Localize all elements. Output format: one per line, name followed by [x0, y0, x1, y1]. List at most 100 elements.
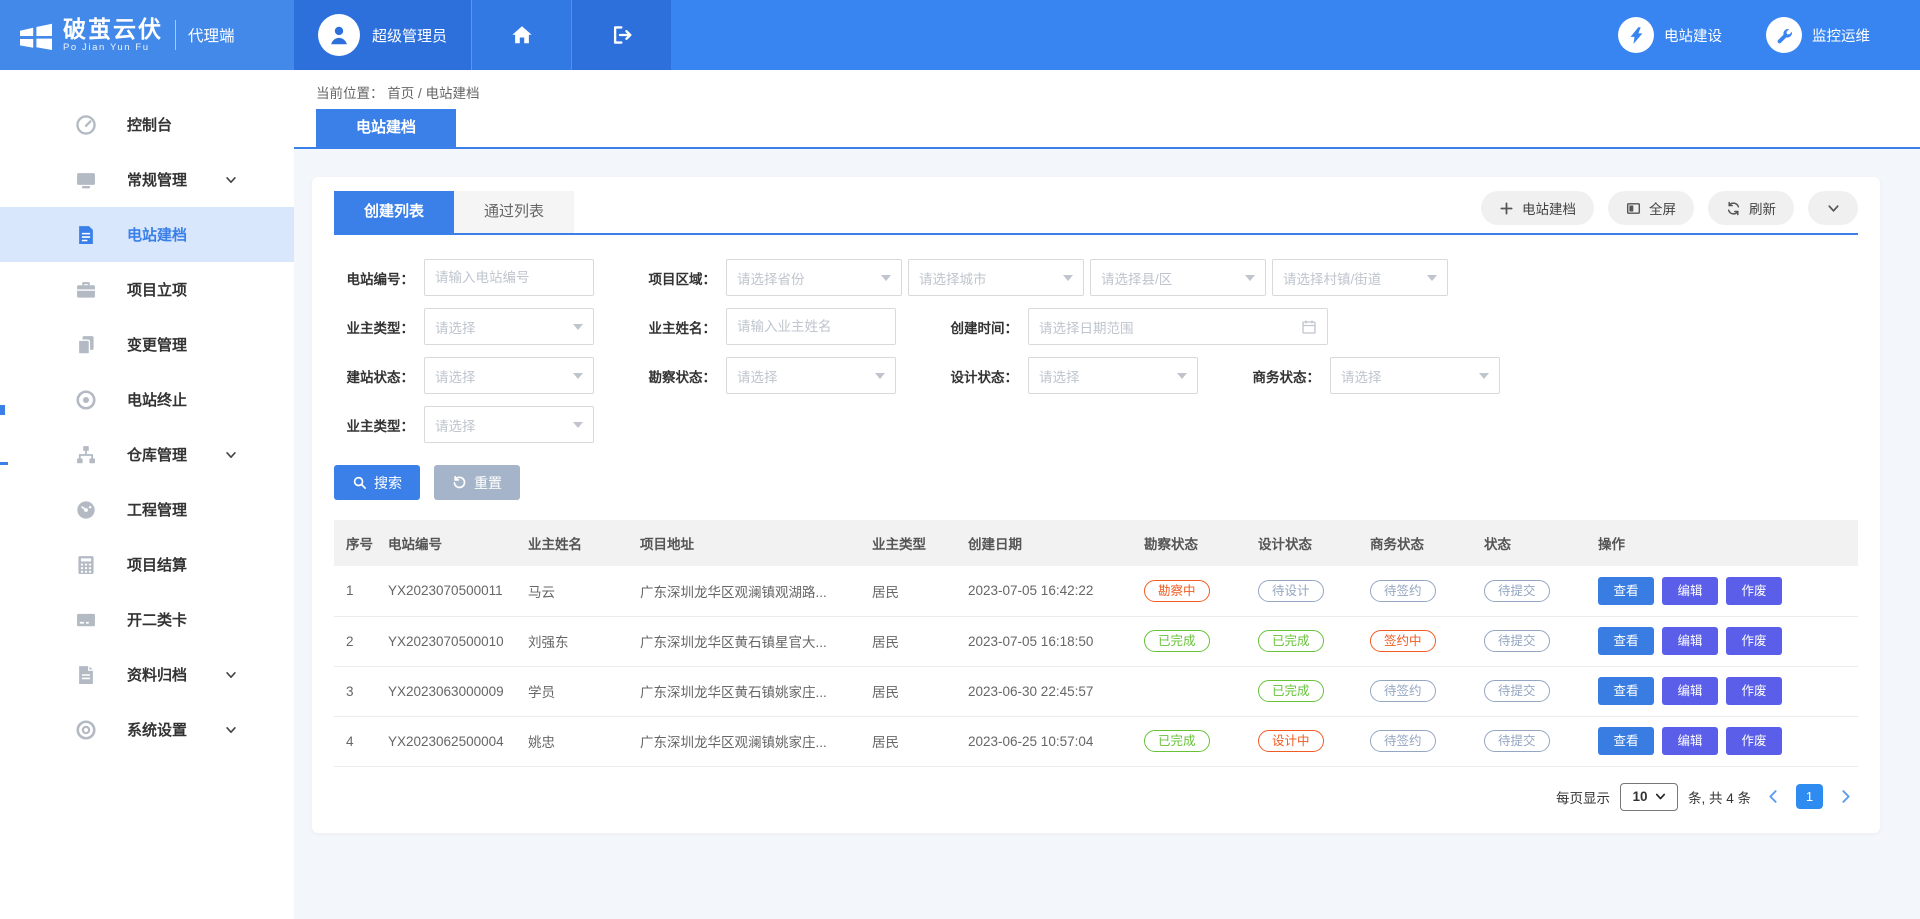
header-spacer	[671, 0, 1618, 70]
status-badge: 签约中	[1370, 630, 1436, 653]
sidebar-item-sitemap[interactable]: 仓库管理	[0, 427, 294, 482]
filter-label: 设计状态：	[938, 366, 1018, 386]
calculator-icon	[75, 554, 97, 576]
user-menu[interactable]: 超级管理员	[294, 0, 471, 70]
select-placeholder: 请选择县/区	[1101, 268, 1172, 288]
status-badge: 已完成	[1258, 680, 1324, 703]
filter-field: 电站编号：	[334, 259, 594, 296]
sidebar-item-label: 常规管理	[127, 169, 187, 190]
province-select[interactable]: 请选择省份	[726, 259, 902, 296]
collapse-button[interactable]	[1808, 191, 1858, 225]
view-button[interactable]: 查看	[1598, 677, 1654, 705]
sidebar-item-document[interactable]: 电站建档	[0, 207, 294, 262]
owner-name-input[interactable]	[726, 308, 896, 345]
address-cell: 广东深圳龙华区观澜镇观湖路...	[634, 566, 866, 616]
reset-button[interactable]: 重置	[434, 465, 520, 500]
tab-create-list[interactable]: 创建列表	[334, 191, 454, 233]
filter-label: 商务状态：	[1240, 366, 1320, 386]
sidebar: 控制台 常规管理 电站建档 项目立项 变更管理 电站终止 仓库管理 工程管理	[0, 70, 294, 919]
sidebar-item-briefcase[interactable]: 项目立项	[0, 262, 294, 317]
filter-label: 项目区域：	[636, 268, 716, 288]
view-button[interactable]: 查看	[1598, 577, 1654, 605]
created-date-cell: 2023-06-30 22:45:57	[962, 666, 1138, 716]
status-cell: 待提交	[1478, 716, 1592, 766]
sidebar-item-archive[interactable]: 资料归档	[0, 647, 294, 702]
sidebar-item-gauge[interactable]: 工程管理	[0, 482, 294, 537]
town-select[interactable]: 请选择村镇/街道	[1272, 259, 1448, 296]
caret-down-icon	[1177, 373, 1187, 379]
county-select[interactable]: 请选择县/区	[1090, 259, 1266, 296]
list-tabs: 创建列表 通过列表	[334, 191, 574, 233]
void-button[interactable]: 作废	[1726, 727, 1782, 755]
filter-buttons: 搜索 重置	[334, 465, 1858, 500]
caret-down-icon	[573, 373, 583, 379]
owner-name-cell: 马云	[522, 566, 634, 616]
filter-field: 创建时间：请选择日期范围	[938, 308, 1328, 345]
owner-name-cell: 刘强东	[522, 616, 634, 666]
select-placeholder: 请选择	[435, 366, 476, 386]
sidebar-item-dashboard[interactable]: 控制台	[0, 97, 294, 152]
create-station-button[interactable]: 电站建档	[1481, 191, 1594, 225]
view-button[interactable]: 查看	[1598, 727, 1654, 755]
void-button[interactable]: 作废	[1726, 677, 1782, 705]
owner-type-2-select[interactable]: 请选择	[424, 406, 594, 443]
edit-button[interactable]: 编辑	[1662, 677, 1718, 705]
home-button[interactable]	[471, 0, 571, 70]
sidebar-item-card[interactable]: 开二类卡	[0, 592, 294, 647]
filter-label: 建站状态：	[334, 366, 414, 386]
page-tab-station-archive[interactable]: 电站建档	[316, 109, 456, 147]
business-status-select[interactable]: 请选择	[1330, 357, 1500, 394]
table-header-row: 序号电站编号业主姓名项目地址业主类型创建日期勘察状态设计状态商务状态状态操作	[334, 520, 1858, 566]
copy-icon	[75, 334, 97, 356]
refresh-button[interactable]: 刷新	[1708, 191, 1794, 225]
edit-button[interactable]: 编辑	[1662, 627, 1718, 655]
city-select[interactable]: 请选择城市	[908, 259, 1084, 296]
fullscreen-button[interactable]: 全屏	[1608, 191, 1694, 225]
page-number[interactable]: 1	[1796, 784, 1823, 809]
breadcrumb-label: 当前位置：	[316, 86, 384, 101]
station-code-input[interactable]	[435, 270, 583, 285]
sidebar-item-settings[interactable]: 系统设置	[0, 702, 294, 757]
sidebar-item-monitor[interactable]: 常规管理	[0, 152, 294, 207]
plus-icon	[1499, 201, 1514, 216]
edit-button[interactable]: 编辑	[1662, 577, 1718, 605]
sidebar-item-copy[interactable]: 变更管理	[0, 317, 294, 372]
survey-status-select[interactable]: 请选择	[726, 357, 896, 394]
index-cell: 4	[334, 716, 382, 766]
quick-link-lightning[interactable]: 电站建设	[1618, 17, 1722, 53]
user-icon	[327, 23, 351, 47]
void-button[interactable]: 作废	[1726, 627, 1782, 655]
created-range-picker[interactable]: 请选择日期范围	[1028, 308, 1328, 345]
sidebar-item-calculator[interactable]: 项目结算	[0, 537, 294, 592]
per-page-select[interactable]: 10	[1620, 783, 1678, 811]
search-button[interactable]: 搜索	[334, 465, 420, 500]
select-placeholder: 请选择村镇/街道	[1283, 268, 1381, 288]
station-code-input[interactable]	[424, 259, 594, 296]
prev-page-button[interactable]	[1765, 788, 1782, 805]
tab-passed-list[interactable]: 通过列表	[454, 191, 574, 233]
sidebar-item-stop-circle[interactable]: 电站终止	[0, 372, 294, 427]
next-page-button[interactable]	[1837, 788, 1854, 805]
filter-row: 业主类型： 请选择	[334, 406, 1858, 443]
brand-title: 破茧云伏	[63, 16, 163, 42]
station-list-panel: 创建列表 通过列表 电站建档 全屏 刷新 电站编号： 项目区域：请选择省份请选择…	[312, 177, 1880, 833]
view-button[interactable]: 查看	[1598, 627, 1654, 655]
void-button[interactable]: 作废	[1726, 577, 1782, 605]
owner-name-input[interactable]	[737, 319, 885, 334]
logout-button[interactable]	[571, 0, 671, 70]
edit-button[interactable]: 编辑	[1662, 727, 1718, 755]
filter-field: 建站状态： 请选择	[334, 357, 594, 394]
filter-field: 商务状态： 请选择	[1240, 357, 1500, 394]
filter-label: 业主类型：	[334, 415, 414, 435]
filter-form: 电站编号： 项目区域： 请选择省份请选择城市请选择县/区 请选择村镇/街道 业主类型…	[334, 259, 1858, 443]
quick-link-wrench[interactable]: 监控运维	[1766, 17, 1870, 53]
filter-label: 电站编号：	[334, 268, 414, 288]
sidebar-item-label: 工程管理	[127, 499, 187, 520]
owner-type-select[interactable]: 请选择	[424, 308, 594, 345]
build-status-select[interactable]: 请选择	[424, 357, 594, 394]
column-header: 勘察状态	[1138, 520, 1252, 566]
sidebar-item-label: 控制台	[127, 114, 172, 135]
status-cell: 待提交	[1478, 566, 1592, 616]
design-status-select[interactable]: 请选择	[1028, 357, 1198, 394]
table-row: 1 YX2023070500011 马云 广东深圳龙华区观澜镇观湖路... 居民…	[334, 566, 1858, 616]
